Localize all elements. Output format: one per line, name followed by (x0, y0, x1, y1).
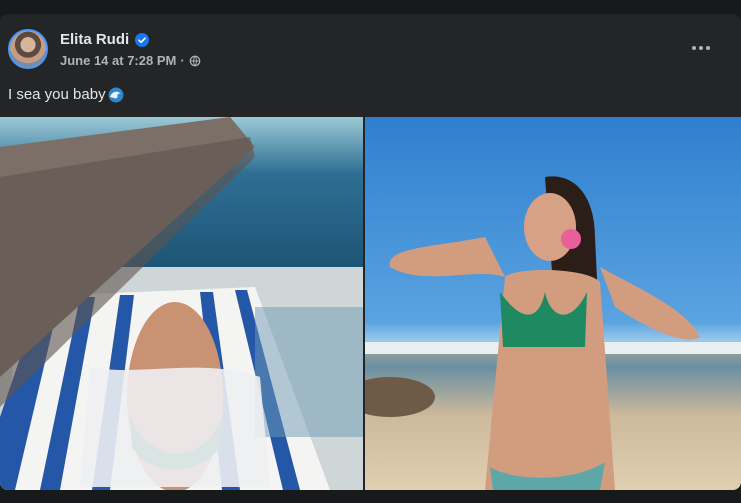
water-wave-icon (108, 87, 124, 102)
verified-badge-icon (135, 32, 150, 47)
post-header: Elita Rudi June 14 at 7:28 PM · (0, 14, 741, 84)
photo-2-illustration (365, 176, 741, 490)
more-options-button[interactable] (683, 36, 719, 60)
meta-separator: · (180, 53, 185, 68)
post-caption: I sea you baby (8, 86, 124, 103)
more-dot-icon (692, 46, 696, 50)
photo-grid (0, 117, 741, 490)
post-photo-1[interactable] (0, 117, 363, 490)
caption-text: I sea you baby (8, 86, 106, 103)
author-avatar[interactable] (8, 29, 48, 69)
more-dot-icon (699, 46, 703, 50)
post-timestamp[interactable]: June 14 at 7:28 PM (60, 53, 176, 68)
globe-icon (189, 55, 200, 66)
author-name-row: Elita Rudi (60, 31, 150, 48)
post-card: Elita Rudi June 14 at 7:28 PM · I sea yo… (0, 14, 741, 490)
author-name[interactable]: Elita Rudi (60, 31, 129, 48)
photo-1-illustration (0, 117, 363, 490)
more-dot-icon (706, 46, 710, 50)
post-meta: June 14 at 7:28 PM · (60, 53, 201, 68)
post-photo-2[interactable] (365, 117, 741, 490)
